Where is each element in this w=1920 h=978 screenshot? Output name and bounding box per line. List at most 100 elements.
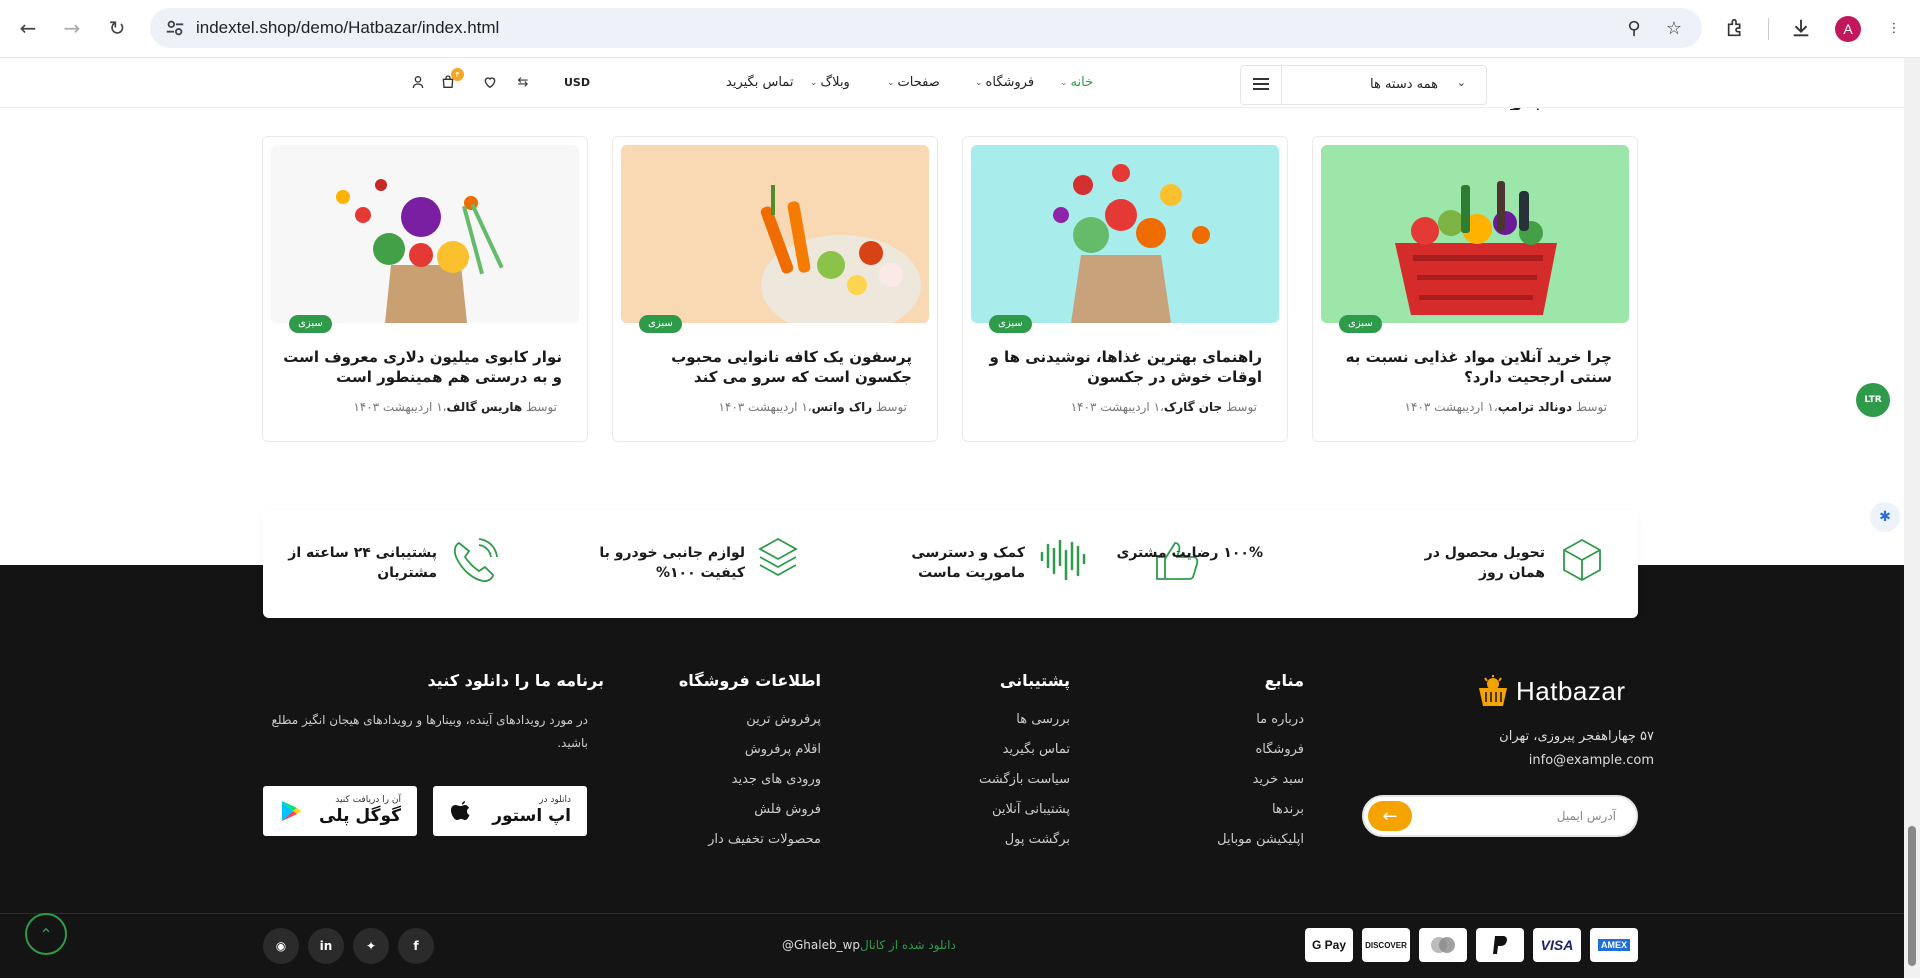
- extensions-icon[interactable]: [1722, 14, 1750, 42]
- post-author[interactable]: هاریس گالف: [447, 400, 523, 414]
- app-store-button[interactable]: دانلود در اپ استور: [433, 786, 587, 836]
- post-meta: توسط هاریس گالف،۱ اردیبهشت ۱۴۰۳: [353, 400, 557, 414]
- zoom-icon[interactable]: ⚲: [1622, 16, 1646, 40]
- blog-card[interactable]: سبزی راهنمای بهترین غذاها، نوشیدنی ها و …: [962, 136, 1288, 442]
- apple-icon: [451, 801, 470, 820]
- nav-home[interactable]: ⌄ خانه: [1060, 75, 1093, 90]
- post-title[interactable]: نوار کابوی میلیون دلاری معروف است و به د…: [283, 347, 562, 387]
- post-author[interactable]: راک واتس: [812, 400, 873, 414]
- forward-icon[interactable]: →: [58, 14, 86, 42]
- reload-icon[interactable]: ↻: [103, 14, 131, 42]
- url-text[interactable]: indextel.shop/demo/Hatbazar/index.html: [196, 18, 499, 38]
- post-title[interactable]: راهنمای بهترین غذاها، نوشیدنی ها و اوقات…: [983, 347, 1263, 387]
- footer-link[interactable]: برندها: [1217, 802, 1304, 832]
- blog-card[interactable]: سبزی چرا خرید آنلاین مواد غذایی نسبت به …: [1312, 136, 1638, 442]
- box-icon: [1563, 538, 1601, 582]
- google-play-button[interactable]: آن را دریافت کنید گوگل پلی: [263, 786, 417, 836]
- toolbar-divider: [1768, 18, 1769, 40]
- hamburger-icon[interactable]: [1253, 78, 1269, 92]
- accessibility-icon[interactable]: ✱: [1870, 502, 1900, 532]
- footer-link[interactable]: درباره ما: [1217, 712, 1304, 742]
- category-tag[interactable]: سبزی: [639, 315, 682, 333]
- app-description: در مورد رویدادهای آینده، وبینارها و روید…: [271, 713, 589, 750]
- nav-pages[interactable]: ⌄ صفحات: [887, 75, 940, 90]
- post-title[interactable]: چرا خرید آنلاین مواد غذایی نسبت به سنتی …: [1333, 347, 1612, 387]
- currency-selector[interactable]: USD: [564, 76, 590, 89]
- back-icon[interactable]: ←: [14, 14, 42, 42]
- paypal-icon: [1476, 928, 1524, 962]
- post-image[interactable]: [271, 145, 579, 323]
- bookmark-star-icon[interactable]: ☆: [1662, 16, 1686, 40]
- linkedin-icon[interactable]: in: [308, 928, 344, 964]
- nav-contact[interactable]: تماس بگیرید: [726, 75, 793, 90]
- category-tag[interactable]: سبزی: [1339, 315, 1382, 333]
- features-bar: تحویل محصول در همان روز ۱۰۰% رضایت مشتری…: [263, 510, 1638, 618]
- footer-col-title-app: برنامه ما را دانلود کنید: [427, 671, 604, 690]
- footer-link[interactable]: پرفروش ترین: [708, 712, 821, 742]
- visa-icon: VISA: [1533, 928, 1581, 962]
- post-image[interactable]: [621, 145, 929, 323]
- post-author[interactable]: دونالد ترامپ: [1498, 400, 1572, 414]
- footer-link[interactable]: بررسی ها: [979, 712, 1070, 742]
- facebook-icon[interactable]: f: [398, 928, 434, 964]
- footer-link[interactable]: فروش فلش: [708, 802, 821, 832]
- subscribe-arrow-button[interactable]: ←: [1368, 801, 1412, 831]
- footer-logo[interactable]: Hatbazar: [1476, 674, 1626, 708]
- footer-link[interactable]: ورودی های جدید: [708, 772, 821, 802]
- chevron-down-icon: ⌄: [975, 77, 983, 88]
- discover-icon: DISCOVER: [1362, 928, 1410, 962]
- site-settings-icon[interactable]: [164, 17, 186, 39]
- google-play-icon: [282, 801, 301, 821]
- footer-link[interactable]: محصولات تخفیف دار: [708, 832, 821, 862]
- basket-logo-icon: [1479, 675, 1507, 706]
- footer-links-resources: درباره ما فروشگاه سبد خرید برندها اپلیکی…: [1217, 712, 1304, 862]
- store-address: ۵۷ چهاراهفجر پیروزی، تهران: [1499, 729, 1654, 744]
- footer-link[interactable]: اقلام پرفروش: [708, 742, 821, 772]
- blog-card[interactable]: سبزی پرسفون یک کافه نانوایی محبوب جکسون …: [612, 136, 938, 442]
- post-title[interactable]: پرسفون یک کافه نانوایی محبوب جکسون است ک…: [633, 347, 912, 387]
- footer-link[interactable]: اپلیکیشن موبایل: [1217, 832, 1304, 862]
- google-pay-icon: G Pay: [1305, 928, 1353, 962]
- post-meta: توسط دونالد ترامپ،۱ اردیبهشت ۱۴۰۳: [1404, 400, 1607, 414]
- footer-link[interactable]: تماس بگیرید: [979, 742, 1070, 772]
- browser-toolbar: ← → ↻ indextel.shop/demo/Hatbazar/index.…: [0, 0, 1920, 58]
- nav-blog[interactable]: ⌄ وبلاگ: [810, 75, 850, 90]
- wishlist-heart-icon[interactable]: [480, 72, 500, 92]
- nav-shop[interactable]: ⌄ فروشگاه: [975, 75, 1034, 90]
- categories-label: همه دسته ها: [1370, 77, 1438, 92]
- twitter-icon[interactable]: ✦: [353, 928, 389, 964]
- store-email[interactable]: info@example.com: [1529, 753, 1654, 768]
- download-icon[interactable]: [1787, 14, 1815, 42]
- address-bar[interactable]: indextel.shop/demo/Hatbazar/index.html ⚲…: [150, 8, 1702, 48]
- chevron-down-icon: ⌄: [810, 77, 818, 88]
- ltr-toggle-button[interactable]: LTR: [1856, 383, 1890, 417]
- footer-link[interactable]: سیاست بازگشت: [979, 772, 1070, 802]
- footer-link[interactable]: فروشگاه: [1217, 742, 1304, 772]
- compare-icon[interactable]: ⇆: [513, 72, 533, 92]
- chevron-down-icon: ⌄: [1060, 77, 1068, 88]
- user-account-icon[interactable]: [408, 72, 428, 92]
- email-input[interactable]: آدرس ایمیل: [1557, 809, 1616, 823]
- category-tag[interactable]: سبزی: [289, 315, 332, 333]
- footer-link[interactable]: برگشت پول: [979, 832, 1070, 862]
- blog-card[interactable]: سبزی نوار کابوی میلیون دلاری معروف است و…: [262, 136, 588, 442]
- footer-link[interactable]: سبد خرید: [1217, 772, 1304, 802]
- phone-icon: [453, 538, 498, 583]
- chevron-down-icon: ⌄: [1456, 76, 1466, 89]
- post-image[interactable]: [971, 145, 1279, 323]
- footer-col-title-resources: منابع: [1264, 671, 1304, 690]
- browser-menu-icon[interactable]: ⋮: [1880, 14, 1908, 42]
- brand-name: Hatbazar: [1516, 675, 1626, 706]
- category-tag[interactable]: سبزی: [989, 315, 1032, 333]
- all-categories-dropdown[interactable]: همه دسته ها ⌄: [1240, 65, 1487, 105]
- dribbble-icon[interactable]: ◉: [263, 928, 299, 964]
- cart-count-badge: ۴: [451, 68, 464, 81]
- post-author[interactable]: جان گارک: [1164, 400, 1222, 414]
- scroll-to-top-button[interactable]: ⌃: [25, 913, 67, 955]
- post-image[interactable]: [1321, 145, 1629, 323]
- footer-col-title-store-info: اطلاعات فروشگاه: [678, 671, 821, 690]
- scrollbar-thumb[interactable]: [1908, 826, 1916, 966]
- profile-avatar[interactable]: A: [1835, 16, 1861, 42]
- scrollbar[interactable]: [1904, 58, 1920, 978]
- footer-link[interactable]: پشتیبانی آنلاین: [979, 802, 1070, 832]
